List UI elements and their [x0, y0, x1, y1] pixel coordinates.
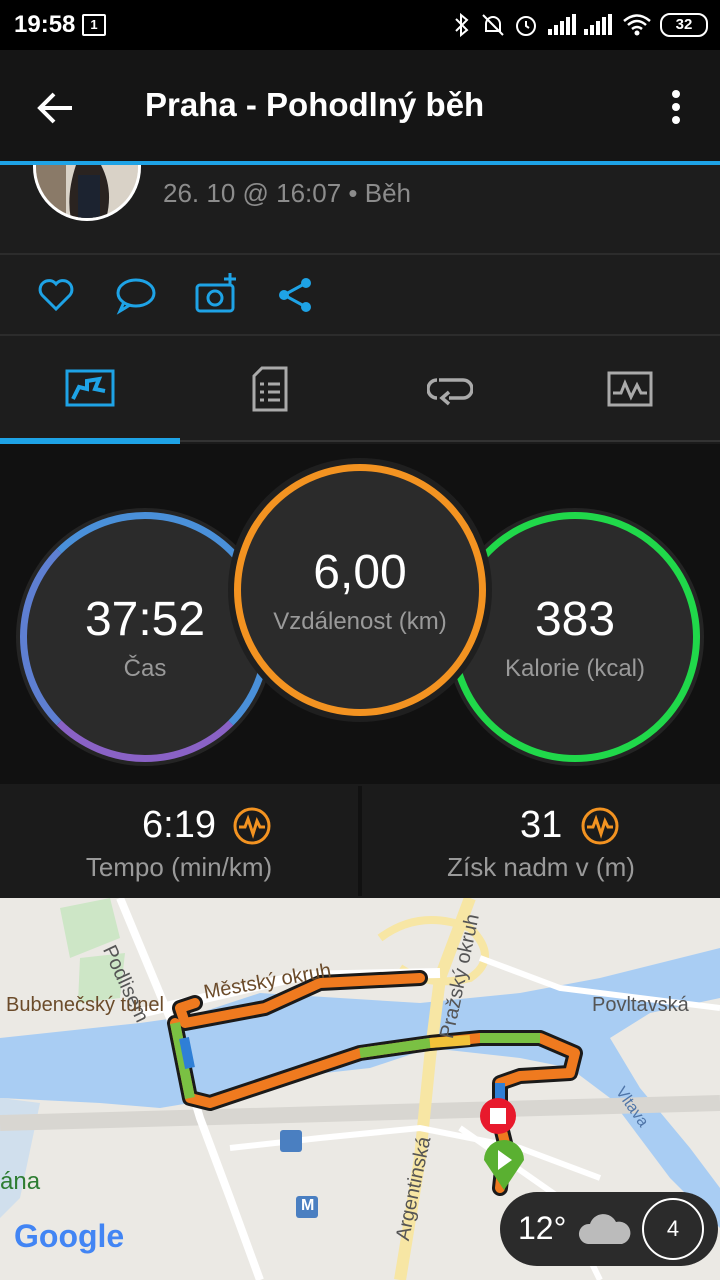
- page-title: Praha - Pohodlný běh: [145, 86, 485, 123]
- action-bar: [0, 255, 720, 335]
- notification-icon: 1: [82, 0, 106, 50]
- stats-row: 6:19 Tempo (min/km) 31 Získ nadm v (m): [0, 786, 720, 896]
- calories-circle: 383 Kalorie (kcal): [450, 512, 700, 762]
- chart-icon: [607, 371, 653, 407]
- pace-stat: 6:19 Tempo (min/km): [0, 786, 358, 896]
- mute-bell-icon: [480, 0, 506, 50]
- comment-icon[interactable]: [114, 275, 158, 320]
- weather-temperature: 12°: [518, 1210, 567, 1246]
- signal-icon-2: [584, 0, 612, 50]
- calories-value: 383: [534, 592, 616, 646]
- share-icon[interactable]: [276, 275, 316, 320]
- pace-value: 6:19: [142, 804, 216, 846]
- calories-label: Kalorie (kcal): [504, 654, 646, 682]
- like-heart-icon[interactable]: [36, 275, 76, 320]
- cloud-icon: [576, 1208, 632, 1253]
- document-icon: [252, 366, 288, 412]
- weather-widget: 12° 4: [500, 1192, 718, 1266]
- status-bar: 19:58 1 32: [0, 0, 720, 50]
- wifi-icon: [622, 0, 652, 50]
- tab-bar: [0, 336, 720, 442]
- tab-details[interactable]: [180, 336, 360, 442]
- elevation-stat: 31 Získ nadm v (m): [362, 786, 720, 896]
- elevation-value: 31: [520, 804, 563, 846]
- distance-label: Vzdálenost (km): [273, 607, 447, 635]
- overview-map-icon: [65, 369, 115, 407]
- back-arrow-icon[interactable]: [32, 84, 80, 132]
- time-label: Čas: [123, 654, 167, 682]
- tab-overview[interactable]: [0, 336, 180, 442]
- map-label-ana: ána: [0, 1168, 41, 1195]
- time-value: 37:52: [84, 592, 206, 646]
- map-label-bubenecsky: Bubenečský tunel: [6, 994, 164, 1016]
- google-logo: Google: [14, 1218, 125, 1254]
- add-photo-icon[interactable]: [194, 271, 240, 320]
- alarm-icon: [513, 0, 539, 50]
- pace-badge-icon: [232, 806, 272, 851]
- tab-laps[interactable]: [360, 336, 540, 442]
- wind-compass: 4: [642, 1198, 704, 1260]
- metrics-panel: 37:52 Čas 383 Kalorie (kcal) 6,00 Vzdále…: [0, 444, 720, 784]
- status-time: 19:58: [14, 11, 76, 38]
- bluetooth-icon: [452, 0, 472, 50]
- pace-label: Tempo (min/km): [85, 852, 273, 882]
- app-bar: Praha - Pohodlný běh: [0, 50, 720, 162]
- tab-charts[interactable]: [540, 336, 720, 442]
- battery-icon: 32: [660, 0, 708, 50]
- wind-speed: 4: [666, 1216, 680, 1241]
- map-label-povltavska: Povltavská: [592, 994, 689, 1016]
- distance-circle: 6,00 Vzdálenost (km): [234, 464, 486, 716]
- distance-value: 6,00: [313, 545, 407, 599]
- signal-icon: [548, 0, 576, 50]
- elevation-label: Získ nadm v (m): [447, 852, 635, 882]
- loop-icon: [427, 378, 473, 406]
- time-circle: 37:52 Čas: [20, 512, 270, 762]
- more-options-icon[interactable]: [662, 84, 690, 132]
- elevation-badge-icon: [580, 806, 620, 851]
- metro-icon: M: [301, 1197, 315, 1214]
- activity-subtitle: 26. 10 @ 16:07 • Běh: [163, 178, 412, 208]
